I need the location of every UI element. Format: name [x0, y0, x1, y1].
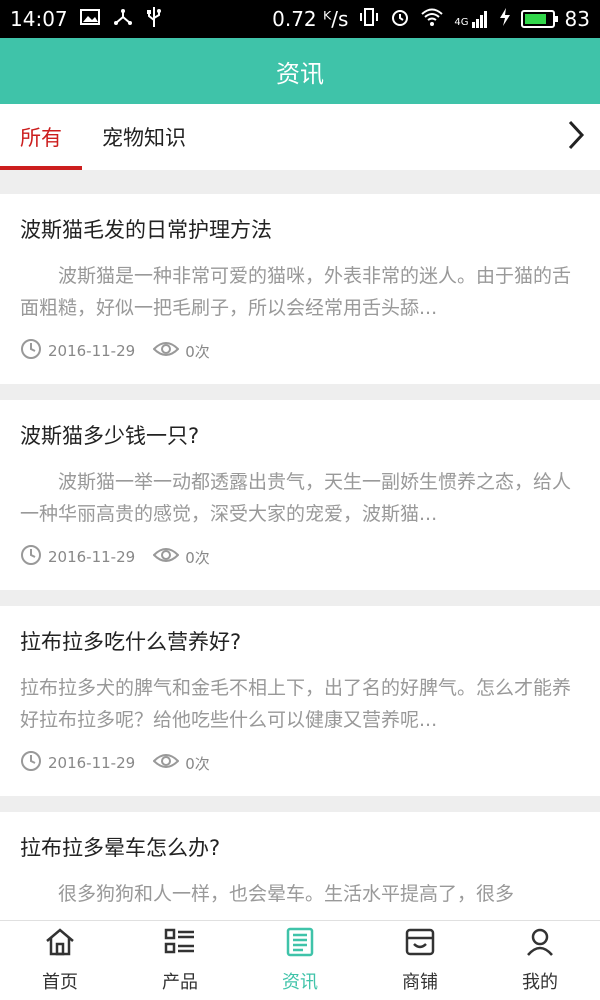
article-date: 2016-11-29: [48, 754, 136, 772]
signal-label: 4G: [454, 17, 469, 28]
article-summary: 波斯猫一举一动都透露出贵气，天生一副娇生惯养之态，给人一种华丽高贵的感觉，深受大…: [20, 471, 572, 525]
home-icon: [44, 927, 76, 962]
charging-icon: [499, 7, 511, 31]
article-meta: 2016-11-29 0次: [20, 544, 580, 570]
nav-label: 我的: [522, 972, 558, 993]
news-icon: [285, 927, 315, 962]
article-date: 2016-11-29: [48, 342, 136, 360]
page-title: 资讯: [276, 59, 324, 88]
article-date: 2016-11-29: [48, 548, 136, 566]
article-summary: 波斯猫是一种非常可爱的猫咪，外表非常的迷人。由于猫的舌面粗糙，好似一把毛刷子，所…: [20, 265, 572, 319]
share-icon: [112, 7, 134, 31]
article-summary: 很多狗狗和人一样，也会晕车。生活水平提高了，很多: [20, 883, 515, 905]
nav-label: 首页: [42, 972, 78, 993]
article-title[interactable]: 波斯猫多少钱一只?: [20, 422, 580, 450]
article-views: 0次: [185, 342, 210, 361]
article-views: 0次: [185, 754, 210, 773]
network-speed: 0.72 ᴷ/s: [272, 7, 349, 31]
article-item[interactable]: 拉布拉多晕车怎么办? 很多狗狗和人一样，也会晕车。生活水平提高了，很多: [0, 812, 600, 920]
list-icon: [164, 927, 196, 962]
eye-icon: [152, 546, 180, 568]
nav-label: 商铺: [402, 972, 438, 993]
article-list: 波斯猫毛发的日常护理方法 波斯猫是一种非常可爱的猫咪，外表非常的迷人。由于猫的舌…: [0, 170, 600, 920]
battery-level: 83: [564, 7, 590, 31]
user-icon: [525, 927, 555, 962]
image-icon: [79, 8, 100, 30]
article-meta: 2016-11-29 0次: [20, 750, 580, 776]
nav-shop[interactable]: 商铺: [360, 921, 480, 1000]
bottom-nav: 首页 产品 资讯 商铺 我的: [0, 920, 600, 1000]
alarm-icon: [390, 7, 410, 31]
nav-profile[interactable]: 我的: [480, 921, 600, 1000]
clock-icon: [20, 750, 42, 776]
nav-label: 产品: [162, 972, 198, 993]
nav-home[interactable]: 首页: [0, 921, 120, 1000]
shop-icon: [404, 927, 436, 962]
article-meta: 2016-11-29 0次: [20, 338, 580, 364]
tab-label: 所有: [20, 126, 62, 150]
nav-label: 资讯: [282, 972, 318, 993]
eye-icon: [152, 340, 180, 362]
eye-icon: [152, 752, 180, 774]
nav-products[interactable]: 产品: [120, 921, 240, 1000]
tab-pet-knowledge[interactable]: 宠物知识: [82, 104, 206, 170]
article-item[interactable]: 拉布拉多吃什么营养好? 拉布拉多犬的脾气和金毛不相上下，出了名的好脾气。怎么才能…: [0, 606, 600, 796]
status-time: 14:07: [10, 7, 68, 31]
clock-icon: [20, 338, 42, 364]
wifi-icon: [420, 7, 444, 31]
article-item[interactable]: 波斯猫毛发的日常护理方法 波斯猫是一种非常可爱的猫咪，外表非常的迷人。由于猫的舌…: [0, 194, 600, 384]
chevron-right-icon: [567, 120, 585, 154]
article-title[interactable]: 拉布拉多晕车怎么办?: [20, 834, 580, 862]
article-item[interactable]: 波斯猫多少钱一只? 波斯猫一举一动都透露出贵气，天生一副娇生惯养之态，给人一种华…: [0, 400, 600, 590]
article-summary: 拉布拉多犬的脾气和金毛不相上下，出了名的好脾气。怎么才能养好拉布拉多呢？给他吃些…: [20, 677, 572, 731]
battery-icon: [520, 10, 558, 28]
signal-icon: 4G: [454, 10, 488, 28]
article-title[interactable]: 拉布拉多吃什么营养好?: [20, 628, 580, 656]
nav-news[interactable]: 资讯: [240, 921, 360, 1000]
app-header: 资讯: [0, 38, 600, 104]
category-tabs: 所有 宠物知识: [0, 104, 600, 170]
vibrate-icon: [358, 7, 380, 31]
tab-label: 宠物知识: [102, 126, 186, 150]
usb-icon: [146, 6, 162, 32]
article-views: 0次: [185, 548, 210, 567]
tabs-more-button[interactable]: [552, 104, 600, 170]
status-bar: 14:07 0.72 ᴷ/s 4G 83: [0, 0, 600, 38]
tab-all[interactable]: 所有: [0, 104, 82, 170]
clock-icon: [20, 544, 42, 570]
article-title[interactable]: 波斯猫毛发的日常护理方法: [20, 216, 580, 244]
